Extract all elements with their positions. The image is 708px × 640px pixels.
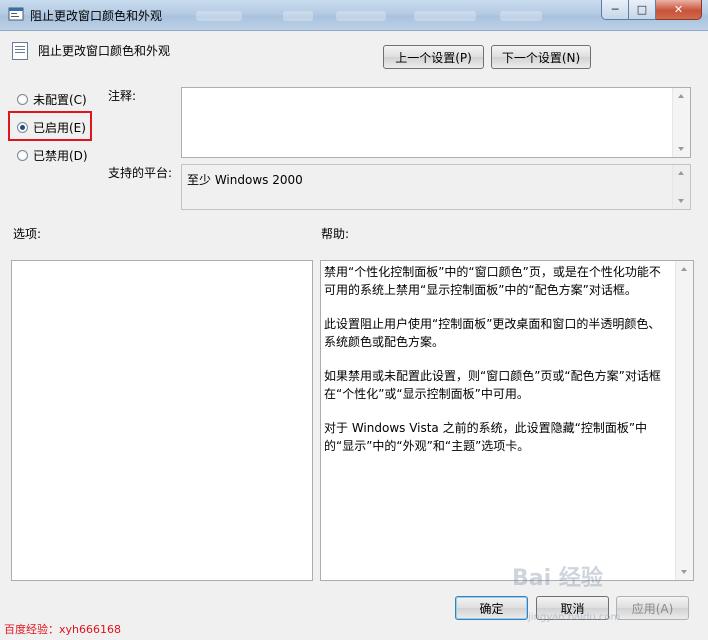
background-blur bbox=[336, 11, 386, 21]
help-paragraph: 禁用“个性化控制面板”中的“窗口颜色”页，或是在个性化功能不可用的系统上禁用“显… bbox=[324, 265, 661, 297]
radio-not-configured-label: 未配置(C) bbox=[33, 93, 87, 107]
background-blur bbox=[196, 11, 242, 21]
baidu-watermark-url: jingyan.baidu.com bbox=[528, 612, 621, 623]
background-blur bbox=[414, 11, 476, 21]
help-text: 禁用“个性化控制面板”中的“窗口颜色”页，或是在个性化功能不可用的系统上禁用“显… bbox=[324, 263, 672, 471]
minimize-icon: ─ bbox=[611, 3, 619, 16]
comment-scrollbar[interactable] bbox=[672, 88, 690, 157]
comment-label: 注释: bbox=[108, 89, 137, 103]
close-icon: ✕ bbox=[673, 3, 684, 16]
help-pane[interactable]: 禁用“个性化控制面板”中的“窗口颜色”页，或是在个性化功能不可用的系统上禁用“显… bbox=[320, 260, 694, 581]
policy-window-icon bbox=[8, 7, 24, 21]
next-setting-button[interactable]: 下一个设置(N) bbox=[491, 45, 591, 69]
comment-textbox[interactable] bbox=[181, 87, 691, 158]
window-title: 阻止更改窗口颜色和外观 bbox=[30, 9, 163, 23]
options-pane bbox=[11, 260, 313, 581]
supported-platform-value: 至少 Windows 2000 bbox=[187, 173, 303, 187]
background-blur bbox=[283, 11, 313, 21]
help-scrollbar[interactable] bbox=[675, 261, 693, 580]
help-paragraph: 此设置阻止用户使用“控制面板”更改桌面和窗口的半透明颜色、系统颜色或配色方案。 bbox=[324, 317, 661, 349]
help-paragraph: 对于 Windows Vista 之前的系统，此设置隐藏“控制面板”中的“显示”… bbox=[324, 421, 648, 453]
radio-not-configured-indicator[interactable] bbox=[17, 94, 28, 105]
scroll-down-icon[interactable] bbox=[678, 147, 684, 151]
policy-name: 阻止更改窗口颜色和外观 bbox=[38, 44, 171, 58]
maximize-icon: □ bbox=[636, 3, 648, 16]
background-blur bbox=[500, 11, 542, 21]
policy-setting-icon bbox=[12, 42, 28, 60]
help-label: 帮助: bbox=[321, 227, 350, 241]
annotation-highlight-box bbox=[8, 111, 92, 141]
maximize-button[interactable]: □ bbox=[629, 0, 656, 20]
scroll-up-icon[interactable] bbox=[681, 267, 687, 271]
window-controls: ─ □ ✕ bbox=[601, 0, 702, 20]
options-label: 选项: bbox=[13, 227, 42, 241]
supported-platform-box: 至少 Windows 2000 bbox=[181, 164, 691, 210]
scroll-up-icon[interactable] bbox=[678, 94, 684, 98]
previous-setting-button[interactable]: 上一个设置(P) bbox=[383, 45, 484, 69]
help-paragraph: 如果禁用或未配置此设置，则“窗口颜色”页或“配色方案”对话框在“个性化”或“显示… bbox=[324, 369, 661, 401]
radio-disabled-indicator[interactable] bbox=[17, 150, 28, 161]
radio-not-configured[interactable]: 未配置(C) bbox=[17, 91, 87, 108]
scroll-up-icon[interactable] bbox=[678, 171, 684, 175]
supported-platform-label: 支持的平台: bbox=[108, 166, 173, 180]
title-bar: 阻止更改窗口颜色和外观 ─ □ ✕ bbox=[0, 0, 708, 31]
watermark-text: 百度经验：xyh666168 bbox=[4, 623, 121, 636]
scroll-down-icon[interactable] bbox=[678, 199, 684, 203]
close-button[interactable]: ✕ bbox=[656, 0, 702, 20]
radio-disabled-label: 已禁用(D) bbox=[33, 149, 88, 163]
platform-scrollbar[interactable] bbox=[672, 165, 690, 209]
radio-disabled[interactable]: 已禁用(D) bbox=[17, 147, 88, 164]
minimize-button[interactable]: ─ bbox=[601, 0, 629, 20]
